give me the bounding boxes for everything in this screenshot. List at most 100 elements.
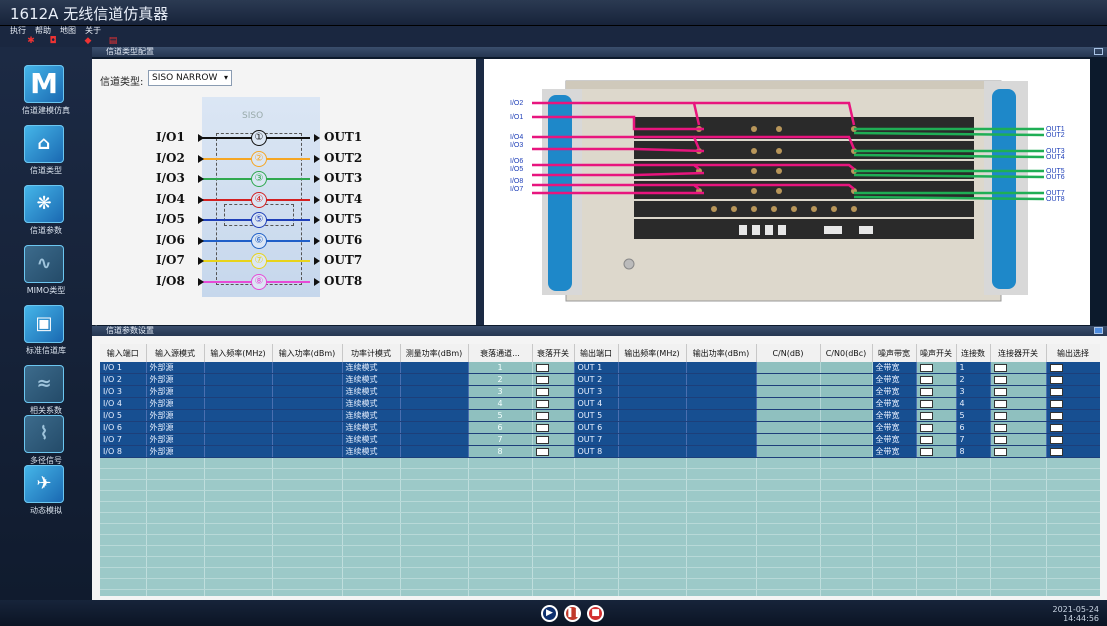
channel-number-badge[interactable]: ⑤	[251, 212, 267, 228]
checkbox[interactable]	[535, 423, 549, 432]
input-power-cell[interactable]	[272, 362, 343, 374]
source-mode-cell[interactable]: 外部源	[146, 433, 205, 446]
column-header[interactable]: 衰落开关	[532, 344, 575, 362]
column-header[interactable]: 功率计模式	[342, 344, 401, 362]
noise-switch-cell[interactable]	[916, 421, 957, 434]
source-mode-cell[interactable]: 外部源	[146, 409, 205, 422]
output-freq-cell[interactable]	[618, 421, 687, 434]
menu-help[interactable]: 帮助	[35, 26, 51, 36]
channel-number-badge[interactable]: ②	[251, 150, 267, 167]
noise-switch-cell[interactable]	[916, 433, 957, 446]
output-select-cell[interactable]	[1046, 397, 1100, 410]
fading-channel-cell[interactable]: 1	[468, 362, 533, 374]
cn-cell[interactable]	[756, 362, 821, 374]
checkbox[interactable]	[993, 375, 1007, 384]
checkbox[interactable]	[993, 435, 1007, 444]
noise-switch-cell[interactable]	[916, 385, 957, 398]
source-mode-cell[interactable]: 外部源	[146, 421, 205, 434]
input-power-cell[interactable]	[272, 433, 343, 446]
output-freq-cell[interactable]	[618, 397, 687, 410]
noise-bandwidth-cell[interactable]: 全带宽	[872, 433, 917, 446]
power-icon[interactable]: ✱	[26, 36, 36, 46]
power-meter-mode-cell[interactable]: 连续模式	[342, 445, 401, 458]
output-freq-cell[interactable]	[618, 409, 687, 422]
noise-bandwidth-cell[interactable]: 全带宽	[872, 409, 917, 422]
checkbox[interactable]	[919, 387, 933, 396]
cn-cell[interactable]	[756, 397, 821, 410]
checkbox[interactable]	[535, 447, 549, 456]
power-meter-mode-cell[interactable]: 连续模式	[342, 397, 401, 410]
camera-icon[interactable]: ◘	[48, 36, 58, 46]
menu-execute[interactable]: 执行	[10, 26, 26, 36]
output-power-cell[interactable]	[686, 445, 757, 458]
checkbox[interactable]	[919, 435, 933, 444]
output-freq-cell[interactable]	[618, 373, 687, 386]
input-power-cell[interactable]	[272, 421, 343, 434]
checkbox[interactable]	[993, 447, 1007, 456]
connector-switch-cell[interactable]	[990, 445, 1047, 458]
cn-cell[interactable]	[756, 385, 821, 398]
input-freq-cell[interactable]	[204, 362, 273, 374]
power-meter-mode-cell[interactable]: 连续模式	[342, 362, 401, 374]
checkbox[interactable]	[1049, 375, 1063, 384]
cn0-cell[interactable]	[820, 362, 873, 374]
output-freq-cell[interactable]	[618, 433, 687, 446]
sidebar-item-channel-params[interactable]: ❋ 信道参数	[0, 185, 92, 243]
output-select-cell[interactable]	[1046, 373, 1100, 386]
input-freq-cell[interactable]	[204, 397, 273, 410]
channel-number-badge[interactable]: ④	[251, 191, 267, 208]
input-freq-cell[interactable]	[204, 445, 273, 458]
restore-icon[interactable]	[1094, 327, 1103, 334]
cn-cell[interactable]	[756, 445, 821, 458]
fading-switch-cell[interactable]	[532, 409, 575, 422]
noise-switch-cell[interactable]	[916, 445, 957, 458]
channel-number-badge[interactable]: ⑦	[251, 253, 267, 269]
cn0-cell[interactable]	[820, 445, 873, 458]
output-select-cell[interactable]	[1046, 421, 1100, 434]
source-mode-cell[interactable]: 外部源	[146, 397, 205, 410]
play-button[interactable]: ▶	[541, 605, 558, 622]
fading-channel-cell[interactable]: 3	[468, 385, 533, 398]
table-row[interactable]: I/O 5 外部源 连续模式 5 OUT 5 全带宽 5	[100, 409, 1100, 422]
checkbox[interactable]	[1049, 363, 1063, 372]
input-freq-cell[interactable]	[204, 385, 273, 398]
input-power-cell[interactable]	[272, 409, 343, 422]
noise-bandwidth-cell[interactable]: 全带宽	[872, 373, 917, 386]
connector-switch-cell[interactable]	[990, 397, 1047, 410]
column-header[interactable]: 测量功率(dBm)	[400, 344, 469, 362]
column-header[interactable]: 输出功率(dBm)	[686, 344, 757, 362]
noise-switch-cell[interactable]	[916, 397, 957, 410]
column-header[interactable]: C/N0(dBc)	[820, 344, 873, 362]
noise-switch-cell[interactable]	[916, 373, 957, 386]
input-power-cell[interactable]	[272, 397, 343, 410]
power-meter-mode-cell[interactable]: 连续模式	[342, 385, 401, 398]
noise-bandwidth-cell[interactable]: 全带宽	[872, 397, 917, 410]
connection-count-cell[interactable]: 2	[956, 373, 991, 386]
noise-bandwidth-cell[interactable]: 全带宽	[872, 362, 917, 374]
output-power-cell[interactable]	[686, 409, 757, 422]
fading-channel-cell[interactable]: 2	[468, 373, 533, 386]
checkbox[interactable]	[993, 423, 1007, 432]
connector-switch-cell[interactable]	[990, 409, 1047, 422]
stop-button[interactable]: ■	[587, 605, 604, 622]
source-mode-cell[interactable]: 外部源	[146, 385, 205, 398]
cn0-cell[interactable]	[820, 433, 873, 446]
column-header[interactable]: 输出端口	[574, 344, 619, 362]
output-power-cell[interactable]	[686, 421, 757, 434]
checkbox[interactable]	[1049, 447, 1063, 456]
output-power-cell[interactable]	[686, 433, 757, 446]
cn0-cell[interactable]	[820, 385, 873, 398]
checkbox[interactable]	[919, 423, 933, 432]
power-meter-mode-cell[interactable]: 连续模式	[342, 373, 401, 386]
input-power-cell[interactable]	[272, 373, 343, 386]
table-row[interactable]: I/O 8 外部源 连续模式 8 OUT 8 全带宽 8	[100, 445, 1100, 458]
table-row[interactable]: I/O 1 外部源 连续模式 1 OUT 1 全带宽 1	[100, 362, 1100, 374]
column-header[interactable]: 输入频率(MHz)	[204, 344, 273, 362]
cn0-cell[interactable]	[820, 373, 873, 386]
column-header[interactable]: 输出频率(MHz)	[618, 344, 687, 362]
cn0-cell[interactable]	[820, 409, 873, 422]
channel-number-badge[interactable]: ⑥	[251, 232, 267, 249]
output-freq-cell[interactable]	[618, 362, 687, 374]
menu-about[interactable]: 关于	[85, 26, 101, 36]
download-icon[interactable]: ◆	[83, 36, 93, 46]
